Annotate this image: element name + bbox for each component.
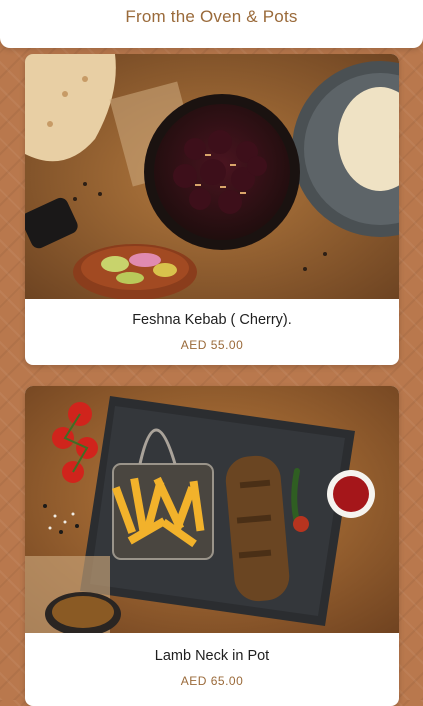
page-header: From the Oven & Pots xyxy=(0,0,423,48)
dish-photo xyxy=(25,386,399,633)
dish-caption: Feshna Kebab ( Cherry). AED 55.00 xyxy=(25,312,399,352)
menu-item-card[interactable]: Feshna Kebab ( Cherry). AED 55.00 xyxy=(25,54,399,365)
dish-caption: Lamb Neck in Pot AED 65.00 xyxy=(25,648,399,688)
dish-name: Feshna Kebab ( Cherry). xyxy=(132,312,292,328)
dish-name: Lamb Neck in Pot xyxy=(154,648,270,664)
section-title: From the Oven & Pots xyxy=(125,7,298,26)
dish-photo xyxy=(25,54,399,299)
dish-price: AED 55.00 xyxy=(180,338,244,352)
dish-price: AED 65.00 xyxy=(180,674,244,688)
menu-item-card[interactable]: Lamb Neck in Pot AED 65.00 xyxy=(25,386,399,706)
